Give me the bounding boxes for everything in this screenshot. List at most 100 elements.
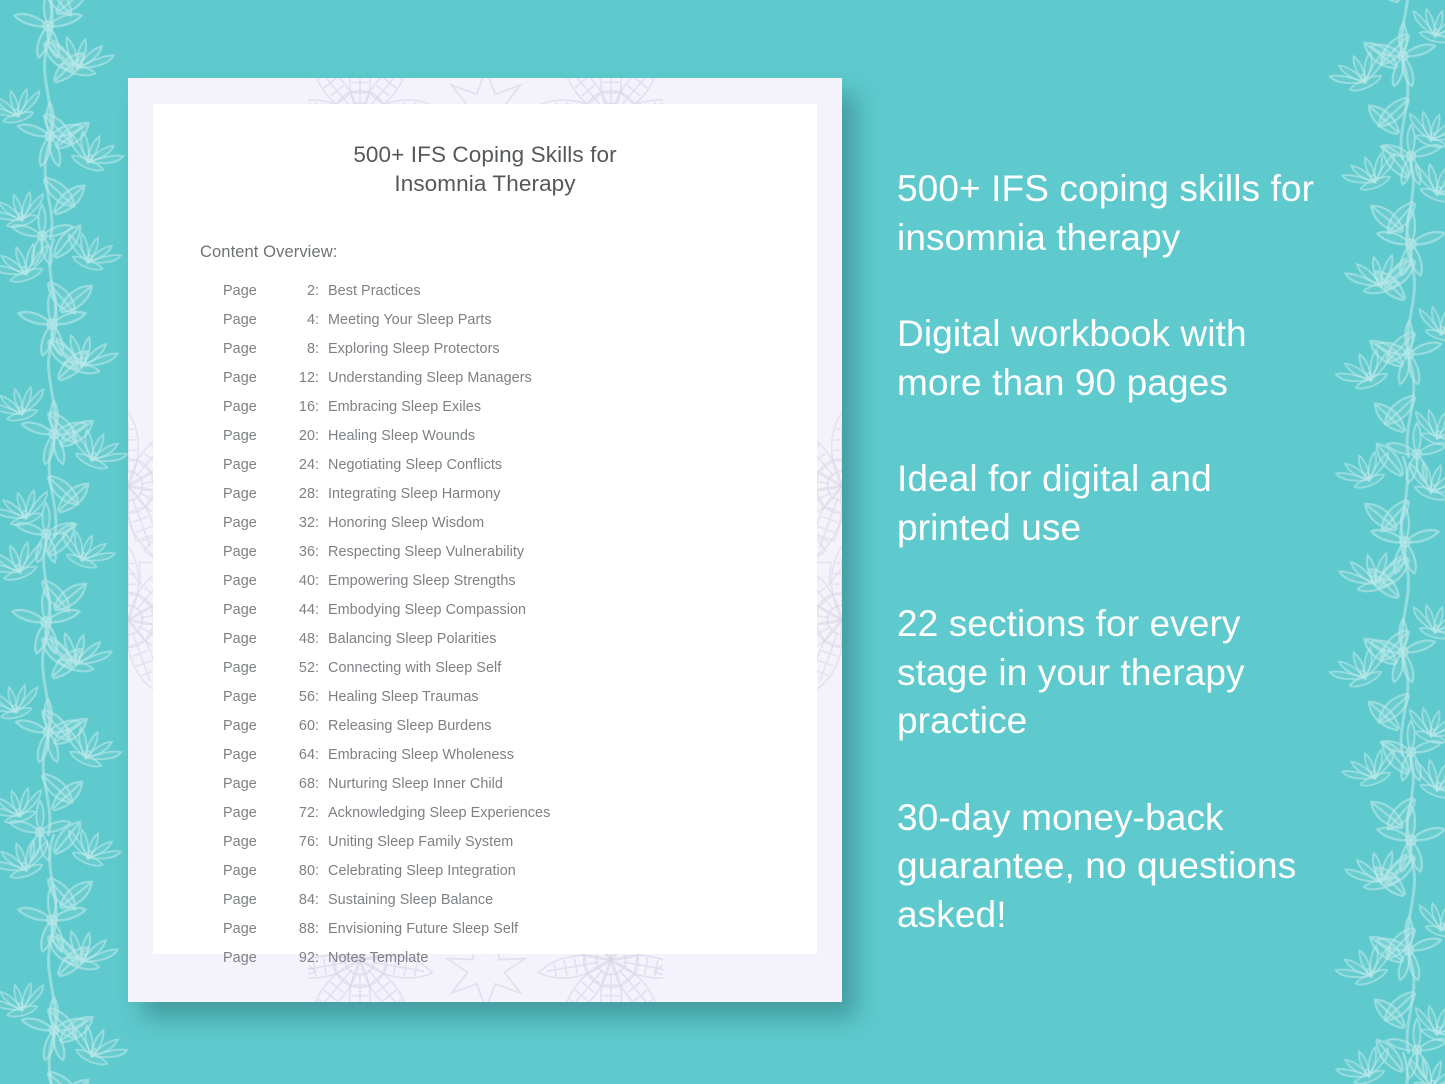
toc-entry: Page 76: Uniting Sleep Family System — [153, 834, 817, 863]
toc-entry-page-number: 20 — [298, 428, 315, 444]
toc-entry: Page 84: Sustaining Sleep Balance — [153, 892, 817, 921]
toc-entry-colon: : — [315, 602, 320, 618]
toc-entry: Page 68: Nurturing Sleep Inner Child — [153, 776, 817, 805]
toc-entry-title: Honoring Sleep Wisdom — [328, 515, 485, 531]
floral-vine-ornament-right — [1313, 0, 1445, 1084]
toc-entry-page-number: 72 — [298, 805, 315, 821]
toc-entry-page-number: 36 — [298, 544, 315, 560]
toc-entry-page-label: Page — [223, 776, 257, 792]
toc-entry-title: Notes Template — [328, 950, 429, 966]
toc-entry-title: Nurturing Sleep Inner Child — [328, 776, 503, 792]
toc-entry-page-number: 68 — [298, 776, 315, 792]
promo-bullet: 30-day money-back guarantee, no question… — [897, 796, 1297, 935]
toc-entry-page-label: Page — [223, 660, 257, 676]
content-overview-label: Content Overview: — [200, 243, 338, 261]
toc-entry: Page 32: Honoring Sleep Wisdom — [153, 515, 817, 544]
toc-entry-page-number: 44 — [298, 602, 315, 618]
toc-entry-colon: : — [315, 660, 320, 676]
page-title-line-1: 500+ IFS Coping Skills for — [353, 142, 617, 167]
toc-entry: Page 60: Releasing Sleep Burdens — [153, 718, 817, 747]
toc-entry: Page 2: Best Practices — [153, 283, 817, 312]
toc-entry-colon: : — [315, 370, 320, 386]
toc-entry-page-number: 84 — [298, 892, 315, 908]
toc-entry-colon: : — [315, 515, 320, 531]
toc-entry-title: Understanding Sleep Managers — [328, 370, 532, 386]
toc-entry-title: Envisioning Future Sleep Self — [328, 921, 519, 937]
toc-entry-colon: : — [315, 892, 320, 908]
toc-entry-page-label: Page — [223, 747, 257, 763]
toc-entry: Page 36: Respecting Sleep Vulnerability — [153, 544, 817, 573]
toc-entry-title: Embracing Sleep Exiles — [328, 399, 482, 415]
toc-entry-colon: : — [315, 457, 320, 473]
toc-entry-page-label: Page — [223, 370, 257, 386]
promo-bullet: Digital workbook with more than 90 pages — [897, 313, 1247, 403]
toc-entry-colon: : — [315, 631, 320, 647]
toc-entry-page-number: 28 — [298, 486, 315, 502]
toc-entry-page-label: Page — [223, 805, 257, 821]
toc-entry-title: Embodying Sleep Compassion — [328, 602, 527, 618]
toc-entry-page-label: Page — [223, 718, 257, 734]
toc-entry-page-number: 16 — [298, 399, 315, 415]
toc-entry-colon: : — [315, 747, 320, 763]
toc-entry-page-label: Page — [223, 689, 257, 705]
toc-entry-page-number: 92 — [298, 950, 315, 966]
toc-entry: Page 80: Celebrating Sleep Integration — [153, 863, 817, 892]
toc-entry-page-label: Page — [223, 834, 257, 850]
floral-vine-ornament-left — [0, 0, 142, 1084]
toc-entry-title: Acknowledging Sleep Experiences — [328, 805, 551, 821]
toc-entry: Page 4: Meeting Your Sleep Parts — [153, 312, 817, 341]
toc-entry-page-number: 40 — [298, 573, 315, 589]
toc-entry-page-label: Page — [223, 544, 257, 560]
toc-entry-page-label: Page — [223, 283, 257, 299]
toc-entry-page-number: 12 — [298, 370, 315, 386]
toc-entry-colon: : — [315, 544, 320, 560]
toc-entry-title: Releasing Sleep Burdens — [328, 718, 492, 734]
promo-bullet: 22 sections for every stage in your ther… — [897, 603, 1245, 741]
toc-entry-page-number: 48 — [298, 631, 315, 647]
promo-bullet-list: 500+ IFS coping skills for insomnia ther… — [897, 165, 1327, 939]
toc-entry-page-number: 88 — [298, 921, 315, 937]
toc-entry-colon: : — [315, 921, 320, 937]
toc-entry-colon: : — [315, 341, 320, 357]
toc-entry: Page 72: Acknowledging Sleep Experiences — [153, 805, 817, 834]
toc-entry-title: Integrating Sleep Harmony — [328, 486, 501, 502]
toc-entry: Page 48: Balancing Sleep Polarities — [153, 631, 817, 660]
toc-entry: Page 44: Embodying Sleep Compassion — [153, 602, 817, 631]
toc-entry-title: Empowering Sleep Strengths — [328, 573, 516, 589]
toc-entry-colon: : — [315, 689, 320, 705]
toc-entry-page-label: Page — [223, 515, 257, 531]
toc-entry-page-label: Page — [223, 921, 257, 937]
toc-entry: Page 20: Healing Sleep Wounds — [153, 428, 817, 457]
page-title-line-2: Insomnia Therapy — [394, 171, 576, 196]
toc-entry-page-number: 80 — [298, 863, 315, 879]
toc-entry-title: Healing Sleep Wounds — [328, 428, 476, 444]
toc-entry: Page 16: Embracing Sleep Exiles — [153, 399, 817, 428]
toc-entry-page-number: 8 — [306, 341, 315, 357]
toc-entry-colon: : — [315, 718, 320, 734]
toc-entry-title: Celebrating Sleep Integration — [328, 863, 516, 879]
toc-entry-page-label: Page — [223, 631, 257, 647]
toc-entry-title: Respecting Sleep Vulnerability — [328, 544, 525, 560]
toc-entry-page-number: 2 — [306, 283, 315, 299]
toc-entry-page-label: Page — [223, 457, 257, 473]
toc-entry-page-label: Page — [223, 428, 257, 444]
toc-entry-colon: : — [315, 399, 320, 415]
toc-entry-title: Connecting with Sleep Self — [328, 660, 502, 676]
toc-entry-colon: : — [315, 950, 320, 966]
toc-entry-page-number: 76 — [298, 834, 315, 850]
toc-entry-colon: : — [315, 486, 320, 502]
toc-entry: Page 24: Negotiating Sleep Conflicts — [153, 457, 817, 486]
toc-entry-title: Best Practices — [328, 283, 421, 299]
toc-entry-title: Balancing Sleep Polarities — [328, 631, 497, 647]
toc-entry-page-number: 60 — [298, 718, 315, 734]
toc-entry-page-label: Page — [223, 486, 257, 502]
toc-entry-page-label: Page — [223, 341, 257, 357]
table-of-contents: Page 2: Best Practices Page 4: Meeting Your S… — [153, 262, 817, 979]
toc-entry-colon: : — [315, 312, 320, 328]
toc-entry: Page 8: Exploring Sleep Protectors — [153, 341, 817, 370]
toc-entry: Page 88: Envisioning Future Sleep Self — [153, 921, 817, 950]
toc-entry-page-number: 64 — [298, 747, 315, 763]
toc-entry-page-number: 24 — [298, 457, 315, 473]
toc-entry: Page 28: Integrating Sleep Harmony — [153, 486, 817, 515]
toc-entry-colon: : — [315, 834, 320, 850]
